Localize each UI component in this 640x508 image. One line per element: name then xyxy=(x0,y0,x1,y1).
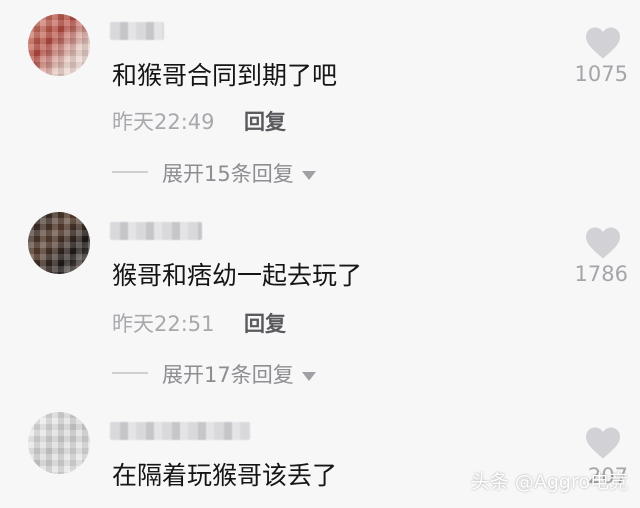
username-blurred[interactable] xyxy=(110,422,250,440)
caret-down-icon xyxy=(301,170,316,180)
like-count: 1075 xyxy=(574,62,628,86)
expand-divider xyxy=(112,372,148,374)
heart-icon[interactable] xyxy=(584,226,622,260)
watermark: 头条 @Aggro电竞 xyxy=(470,471,628,493)
username-blurred[interactable] xyxy=(110,22,164,40)
reply-button[interactable]: 回复 xyxy=(244,308,286,338)
heart-icon[interactable] xyxy=(584,426,622,460)
comment-text: 在隔着玩猴哥该丢了 xyxy=(112,461,338,490)
expand-divider xyxy=(112,171,148,173)
avatar[interactable] xyxy=(28,14,90,76)
comment-item: 和猴哥合同到期了吧 昨天22:49 回复 展开15条回复 1075 xyxy=(0,0,640,200)
avatar[interactable] xyxy=(28,212,90,274)
heart-icon[interactable] xyxy=(584,26,622,60)
username-blurred[interactable] xyxy=(110,222,202,240)
caret-down-icon xyxy=(301,371,316,381)
expand-replies-label: 展开17条回复 xyxy=(162,363,294,387)
expand-replies-button[interactable]: 展开17条回复 xyxy=(162,359,316,389)
avatar[interactable] xyxy=(28,412,90,474)
like-count: 1786 xyxy=(574,262,628,286)
expand-replies-button[interactable]: 展开15条回复 xyxy=(162,158,316,188)
comment-item: 猴哥和痞幼一起去玩了 昨天22:51 回复 展开17条回复 1786 xyxy=(0,200,640,400)
comment-text: 和猴哥合同到期了吧 xyxy=(112,61,338,90)
expand-replies-label: 展开15条回复 xyxy=(162,162,294,186)
comment-text: 猴哥和痞幼一起去玩了 xyxy=(112,261,363,290)
comment-time: 昨天22:49 xyxy=(112,110,215,134)
comment-time: 昨天22:51 xyxy=(112,312,215,336)
reply-button[interactable]: 回复 xyxy=(244,106,286,136)
